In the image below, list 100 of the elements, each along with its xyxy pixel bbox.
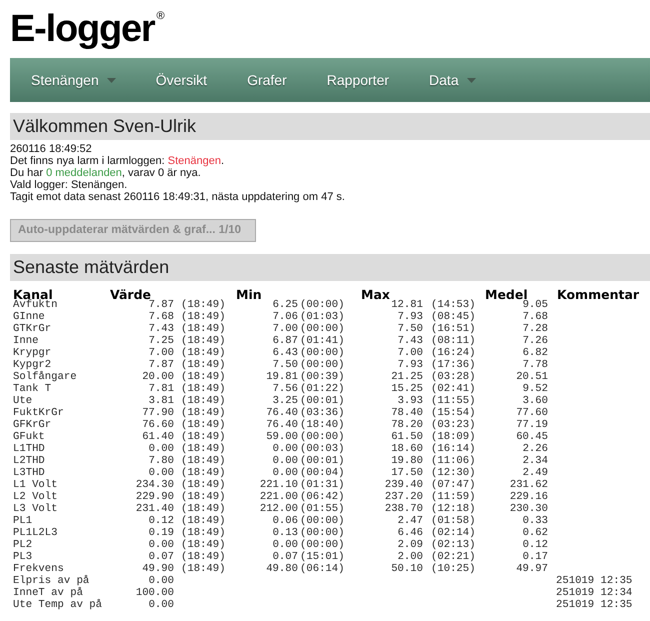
table-cell: 76.40: [266, 407, 298, 419]
table-cell: 251019 12:35: [556, 575, 632, 587]
table-cell: 7.43: [398, 335, 423, 347]
table-cell: 221.10: [260, 479, 298, 491]
table-cell: (18:49): [181, 551, 226, 563]
table-cell: 78.20: [391, 419, 423, 431]
table-cell: (18:49): [181, 539, 226, 551]
nav-link[interactable]: Stenängen: [31, 72, 116, 88]
table-cell: 61.50: [391, 431, 423, 443]
table-cell: 7.68: [148, 311, 174, 323]
section-heading: Senaste mätvärden: [10, 254, 650, 281]
table-cell: (18:49): [181, 419, 226, 431]
table-cell: (18:49): [181, 527, 226, 539]
table-cell: 7.87: [148, 359, 174, 371]
info-text: Tagit emot data senast 260116 18:49:31, nästa uppdatering om 47 s.: [10, 191, 345, 203]
table-cell: 0.19: [148, 527, 174, 539]
table-cell: (08:45): [431, 311, 476, 323]
table-cell: L2 Volt: [13, 491, 58, 503]
table-cell: (00:00): [300, 347, 345, 359]
table-cell: (18:49): [181, 431, 226, 443]
nav-link[interactable]: Grafer: [247, 72, 287, 88]
table-cell: L1THD: [13, 443, 45, 455]
table-cell: (18:49): [181, 479, 226, 491]
table-cell: (01:03): [300, 311, 345, 323]
table-cell: 7.80: [148, 455, 174, 467]
nav-link[interactable]: Översikt: [156, 72, 208, 88]
table-cell: 19.81: [266, 371, 298, 383]
table-cell: (18:49): [181, 503, 226, 515]
table-cell: 0.00: [272, 467, 298, 479]
table-cell: (18:49): [181, 323, 226, 335]
table-cell: PL2: [13, 539, 32, 551]
table-cell: 0.12: [522, 539, 548, 551]
info-text: Det finns nya larm i larmloggen: Stenängen.: [10, 155, 224, 167]
table-cell: 0.13: [272, 527, 298, 539]
nav-link[interactable]: Data: [429, 72, 476, 88]
table-cell: 77.19: [516, 419, 548, 431]
table-cell: GFukt: [13, 431, 45, 443]
registered-mark: ®: [156, 11, 165, 22]
table-cell: InneT av på: [13, 587, 83, 599]
table-cell: 3.60: [522, 395, 548, 407]
info-text: Du har 0 meddelanden, varav 0 är nya.: [10, 167, 201, 179]
table-cell: (17:36): [431, 359, 476, 371]
table-cell: 60.45: [516, 431, 548, 443]
table-cell: 49.97: [516, 563, 548, 575]
table-cell: 7.50: [272, 359, 298, 371]
table-cell: GInne: [13, 311, 45, 323]
table-cell: (00:00): [300, 431, 345, 443]
table-cell: (02:13): [431, 539, 476, 551]
table-cell: 237.20: [384, 491, 423, 503]
table-cell: Elpris av på: [13, 575, 90, 587]
table-cell: L2THD: [13, 455, 45, 467]
table-cell: 2.47: [398, 515, 423, 527]
table-cell: (16:14): [431, 443, 476, 455]
table-cell: 7.25: [148, 335, 174, 347]
table-cell: L3THD: [13, 467, 45, 479]
table-cell: L1 Volt: [13, 479, 58, 491]
info-text: Vald logger: Stenängen.: [10, 179, 128, 191]
table-cell: 229.90: [136, 491, 174, 503]
logo-text: E-logger: [10, 10, 155, 48]
table-cell: 251019 12:35: [556, 599, 632, 611]
table-cell: (00:00): [300, 323, 345, 335]
table-cell: 7.78: [522, 359, 548, 371]
nav-link[interactable]: Rapporter: [326, 72, 390, 88]
table-cell: 3.93: [398, 395, 423, 407]
table-cell: 7.68: [522, 311, 548, 323]
table-cell: 231.40: [136, 503, 174, 515]
table-cell: (18:49): [181, 443, 226, 455]
table-cell: 221.00: [260, 491, 298, 503]
table-cell: PL3: [13, 551, 32, 563]
table-cell: 0.17: [522, 551, 548, 563]
table-cell: 7.00: [272, 323, 298, 335]
table-cell: (18:49): [181, 359, 226, 371]
table-cell: (07:47): [431, 479, 476, 491]
table-cell: 0.00: [148, 575, 174, 587]
table-cell: Kypgr2: [13, 359, 52, 371]
table-cell: 20.00: [142, 371, 174, 383]
table-cell: Solfångare: [13, 371, 77, 383]
table-cell: 49.90: [142, 563, 174, 575]
table-cell: (18:49): [181, 563, 226, 575]
table-cell: (18:49): [181, 335, 226, 347]
table-cell: 21.25: [391, 371, 423, 383]
table-cell: (00:00): [300, 359, 345, 371]
table-cell: Frekvens: [13, 563, 64, 575]
table-cell: (00:39): [300, 371, 345, 383]
table-cell: (00:00): [300, 515, 345, 527]
table-cell: (18:40): [300, 419, 345, 431]
table-cell: Inne: [13, 335, 38, 347]
table-cell: 234.30: [136, 479, 174, 491]
table-cell: (18:49): [181, 515, 226, 527]
table-cell: (06:42): [300, 491, 345, 503]
column-header: Max: [361, 287, 390, 302]
text-link[interactable]: 0 meddelanden: [46, 167, 122, 179]
text-link[interactable]: Stenängen: [168, 155, 221, 167]
table-cell: 238.70: [384, 503, 423, 515]
table-cell: 2.09: [398, 539, 423, 551]
column-header: Kommentar: [557, 287, 640, 302]
table-cell: (01:22): [300, 383, 345, 395]
column-header: Värde: [110, 287, 152, 302]
table-cell: 6.25: [272, 299, 298, 311]
table-cell: Ute: [13, 395, 32, 407]
